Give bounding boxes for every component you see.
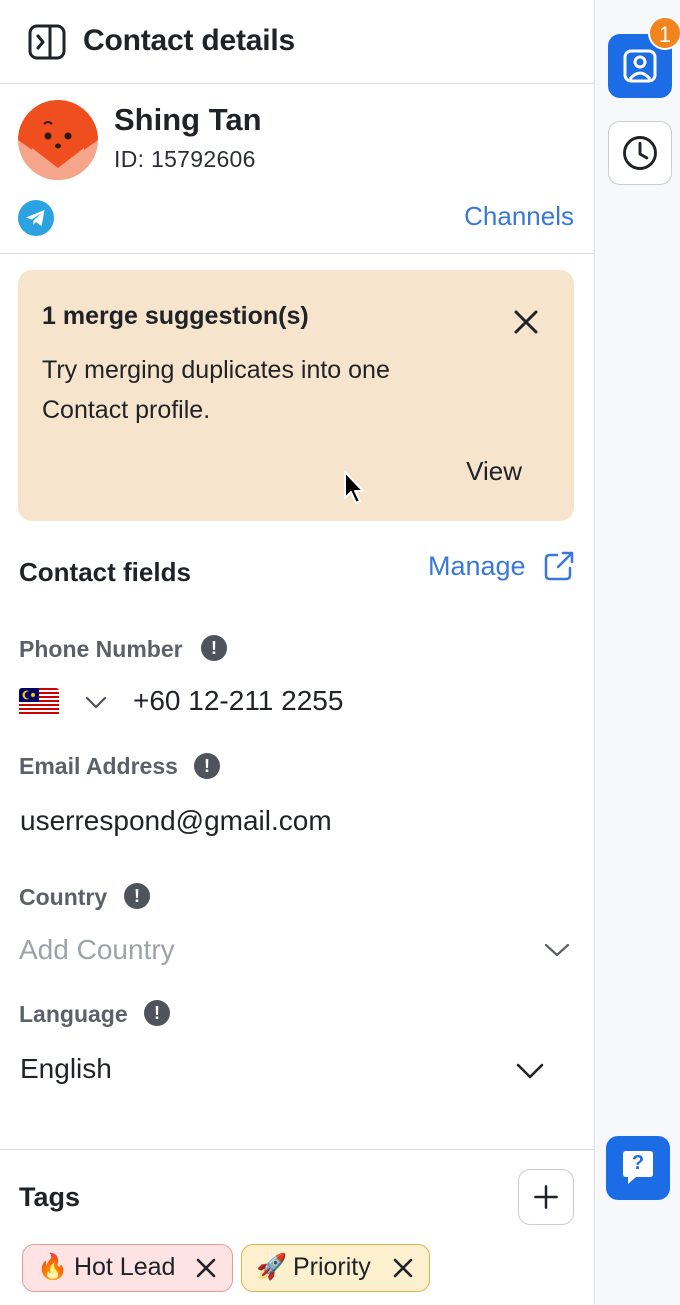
panel-collapse-icon[interactable]: [28, 24, 66, 60]
tag-label: Priority: [292, 1253, 371, 1281]
add-tag-button[interactable]: [518, 1169, 574, 1225]
help-chat-button[interactable]: ?: [606, 1136, 670, 1200]
contact-fields-title: Contact fields: [19, 557, 191, 587]
notification-badge: 1: [648, 16, 680, 50]
close-icon[interactable]: [512, 308, 540, 336]
email-field[interactable]: userrespond@gmail.com: [20, 805, 332, 837]
country-label: Country: [19, 884, 108, 910]
info-icon[interactable]: !: [144, 1000, 170, 1026]
contact-name: Shing Tan: [114, 102, 262, 137]
chevron-down-icon[interactable]: [85, 694, 107, 710]
info-icon[interactable]: !: [124, 883, 150, 909]
contact-id: ID: 15792606: [114, 146, 256, 172]
close-icon[interactable]: [196, 1258, 216, 1278]
info-icon[interactable]: !: [194, 753, 220, 779]
tag-label: Hot Lead: [73, 1253, 176, 1281]
fox-avatar: [18, 100, 98, 180]
tag-chip[interactable]: 🔥 Hot Lead: [22, 1244, 233, 1292]
external-link-icon[interactable]: [543, 550, 575, 582]
fire-icon: 🔥: [37, 1253, 69, 1281]
country-select[interactable]: Add Country: [19, 934, 175, 966]
email-address-label: Email Address: [19, 753, 178, 779]
mouse-cursor-icon: [344, 471, 364, 504]
merge-suggestion-title: 1 merge suggestion(s): [42, 302, 309, 330]
close-icon[interactable]: [393, 1258, 413, 1278]
view-merge-button[interactable]: View: [466, 456, 522, 487]
manage-fields-link[interactable]: Manage: [428, 551, 526, 582]
tags-title: Tags: [19, 1182, 81, 1212]
tag-chip[interactable]: 🚀 Priority: [241, 1244, 430, 1292]
contact-details-panel: Contact details Shing Tan ID: 15792606 C…: [0, 0, 595, 1305]
panel-header: Contact details: [0, 0, 595, 84]
tags-section: Tags 🔥 Hot Lead 🚀 Priority: [0, 1149, 595, 1305]
chevron-down-icon[interactable]: [544, 942, 570, 958]
phone-number-label: Phone Number: [19, 636, 183, 662]
info-icon[interactable]: !: [201, 635, 227, 661]
rocket-icon: 🚀: [256, 1253, 288, 1281]
merge-suggestion-text: Try merging duplicates into one Contact …: [42, 356, 390, 424]
language-select[interactable]: English: [20, 1053, 112, 1085]
plus-icon: [534, 1185, 558, 1209]
phone-number-value[interactable]: +60 12-211 2255: [133, 685, 343, 717]
page-title: Contact details: [83, 24, 296, 57]
contact-profile: Shing Tan ID: 15792606 Channels: [0, 84, 595, 254]
merge-suggestion-card: 1 merge suggestion(s) Try merging duplic…: [18, 270, 574, 521]
malaysia-flag[interactable]: [19, 688, 59, 716]
clock-icon: [623, 136, 657, 170]
chevron-down-icon[interactable]: [515, 1062, 545, 1080]
right-rail: [596, 0, 680, 1305]
language-label: Language: [19, 1001, 128, 1027]
history-button[interactable]: [608, 121, 672, 185]
channels-link[interactable]: Channels: [464, 201, 574, 232]
telegram-icon[interactable]: [18, 200, 54, 236]
help-glyph: ?: [631, 1152, 645, 1174]
